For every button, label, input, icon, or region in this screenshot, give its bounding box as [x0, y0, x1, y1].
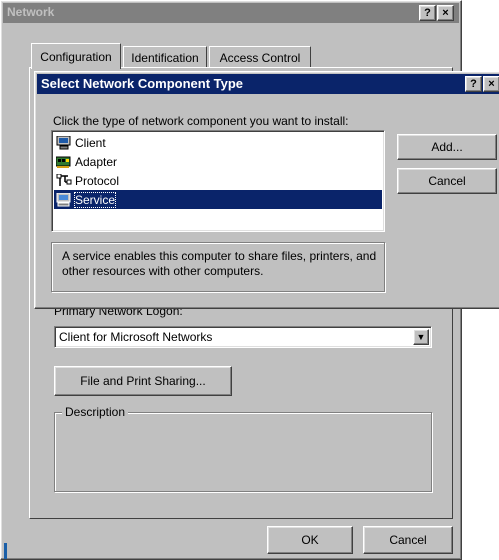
list-item-adapter[interactable]: Adapter: [54, 152, 382, 171]
chevron-down-icon: ▼: [416, 331, 426, 342]
component-list[interactable]: Client Adapter Protocol Service: [51, 130, 385, 232]
list-item-protocol-label: Protocol: [75, 173, 120, 188]
ok-button[interactable]: OK: [267, 526, 353, 554]
description-label: Description: [62, 405, 129, 419]
cancel-button[interactable]: Cancel: [363, 526, 453, 554]
dialog-cancel-label: Cancel: [428, 174, 466, 188]
list-item-service[interactable]: Service: [54, 190, 382, 209]
list-item-service-label: Service: [73, 191, 117, 208]
close-icon: ×: [442, 7, 449, 19]
question-icon: ?: [470, 78, 477, 90]
tab-access-control-label: Access Control: [219, 50, 301, 65]
tab-access-control[interactable]: Access Control: [209, 46, 311, 68]
list-item-adapter-label: Adapter: [75, 154, 118, 169]
primary-logon-value: Client for Microsoft Networks: [59, 330, 213, 344]
add-button[interactable]: Add...: [397, 134, 497, 160]
client-icon: [56, 135, 72, 150]
file-print-sharing-label: File and Print Sharing...: [80, 374, 206, 388]
protocol-icon: [56, 173, 72, 188]
list-item-client-label: Client: [75, 135, 106, 150]
network-help-button[interactable]: ?: [419, 5, 436, 21]
adapter-icon: [55, 155, 72, 169]
dialog-title: Select Network Component Type: [41, 76, 244, 91]
question-icon: ?: [424, 7, 431, 19]
tab-configuration[interactable]: Configuration: [31, 43, 121, 69]
service-icon: [56, 192, 72, 207]
dialog-title-bar: Select Network Component Type ? ×: [37, 74, 499, 94]
tab-identification-label: Identification: [131, 50, 199, 65]
add-label: Add...: [431, 140, 463, 154]
dialog-help-button[interactable]: ?: [465, 76, 482, 92]
file-print-sharing-button[interactable]: File and Print Sharing...: [54, 366, 232, 396]
component-description-box: A service enables this computer to share…: [51, 242, 385, 292]
instruction-text: Click the type of network component you …: [53, 114, 349, 128]
close-icon: ×: [488, 78, 495, 90]
dialog-cancel-button[interactable]: Cancel: [397, 168, 497, 194]
tab-identification[interactable]: Identification: [123, 46, 207, 68]
list-item-client[interactable]: Client: [54, 133, 382, 152]
ok-label: OK: [301, 533, 319, 547]
network-title-bar: Network ? ×: [3, 3, 459, 23]
network-close-button[interactable]: ×: [437, 5, 454, 21]
dialog-close-button[interactable]: ×: [483, 76, 499, 92]
description-groupbox: [54, 412, 432, 492]
primary-logon-select[interactable]: Client for Microsoft Networks ▼: [54, 326, 432, 348]
component-description: A service enables this computer to share…: [62, 249, 377, 278]
tab-configuration-label: Configuration: [40, 49, 112, 64]
list-item-protocol[interactable]: Protocol: [54, 171, 382, 190]
select-component-dialog: Select Network Component Type ? × Click …: [34, 71, 499, 309]
network-window-title: Network: [7, 5, 55, 19]
focus-marker: [4, 543, 7, 559]
dropdown-button[interactable]: ▼: [413, 329, 429, 345]
cancel-label: Cancel: [389, 533, 427, 547]
